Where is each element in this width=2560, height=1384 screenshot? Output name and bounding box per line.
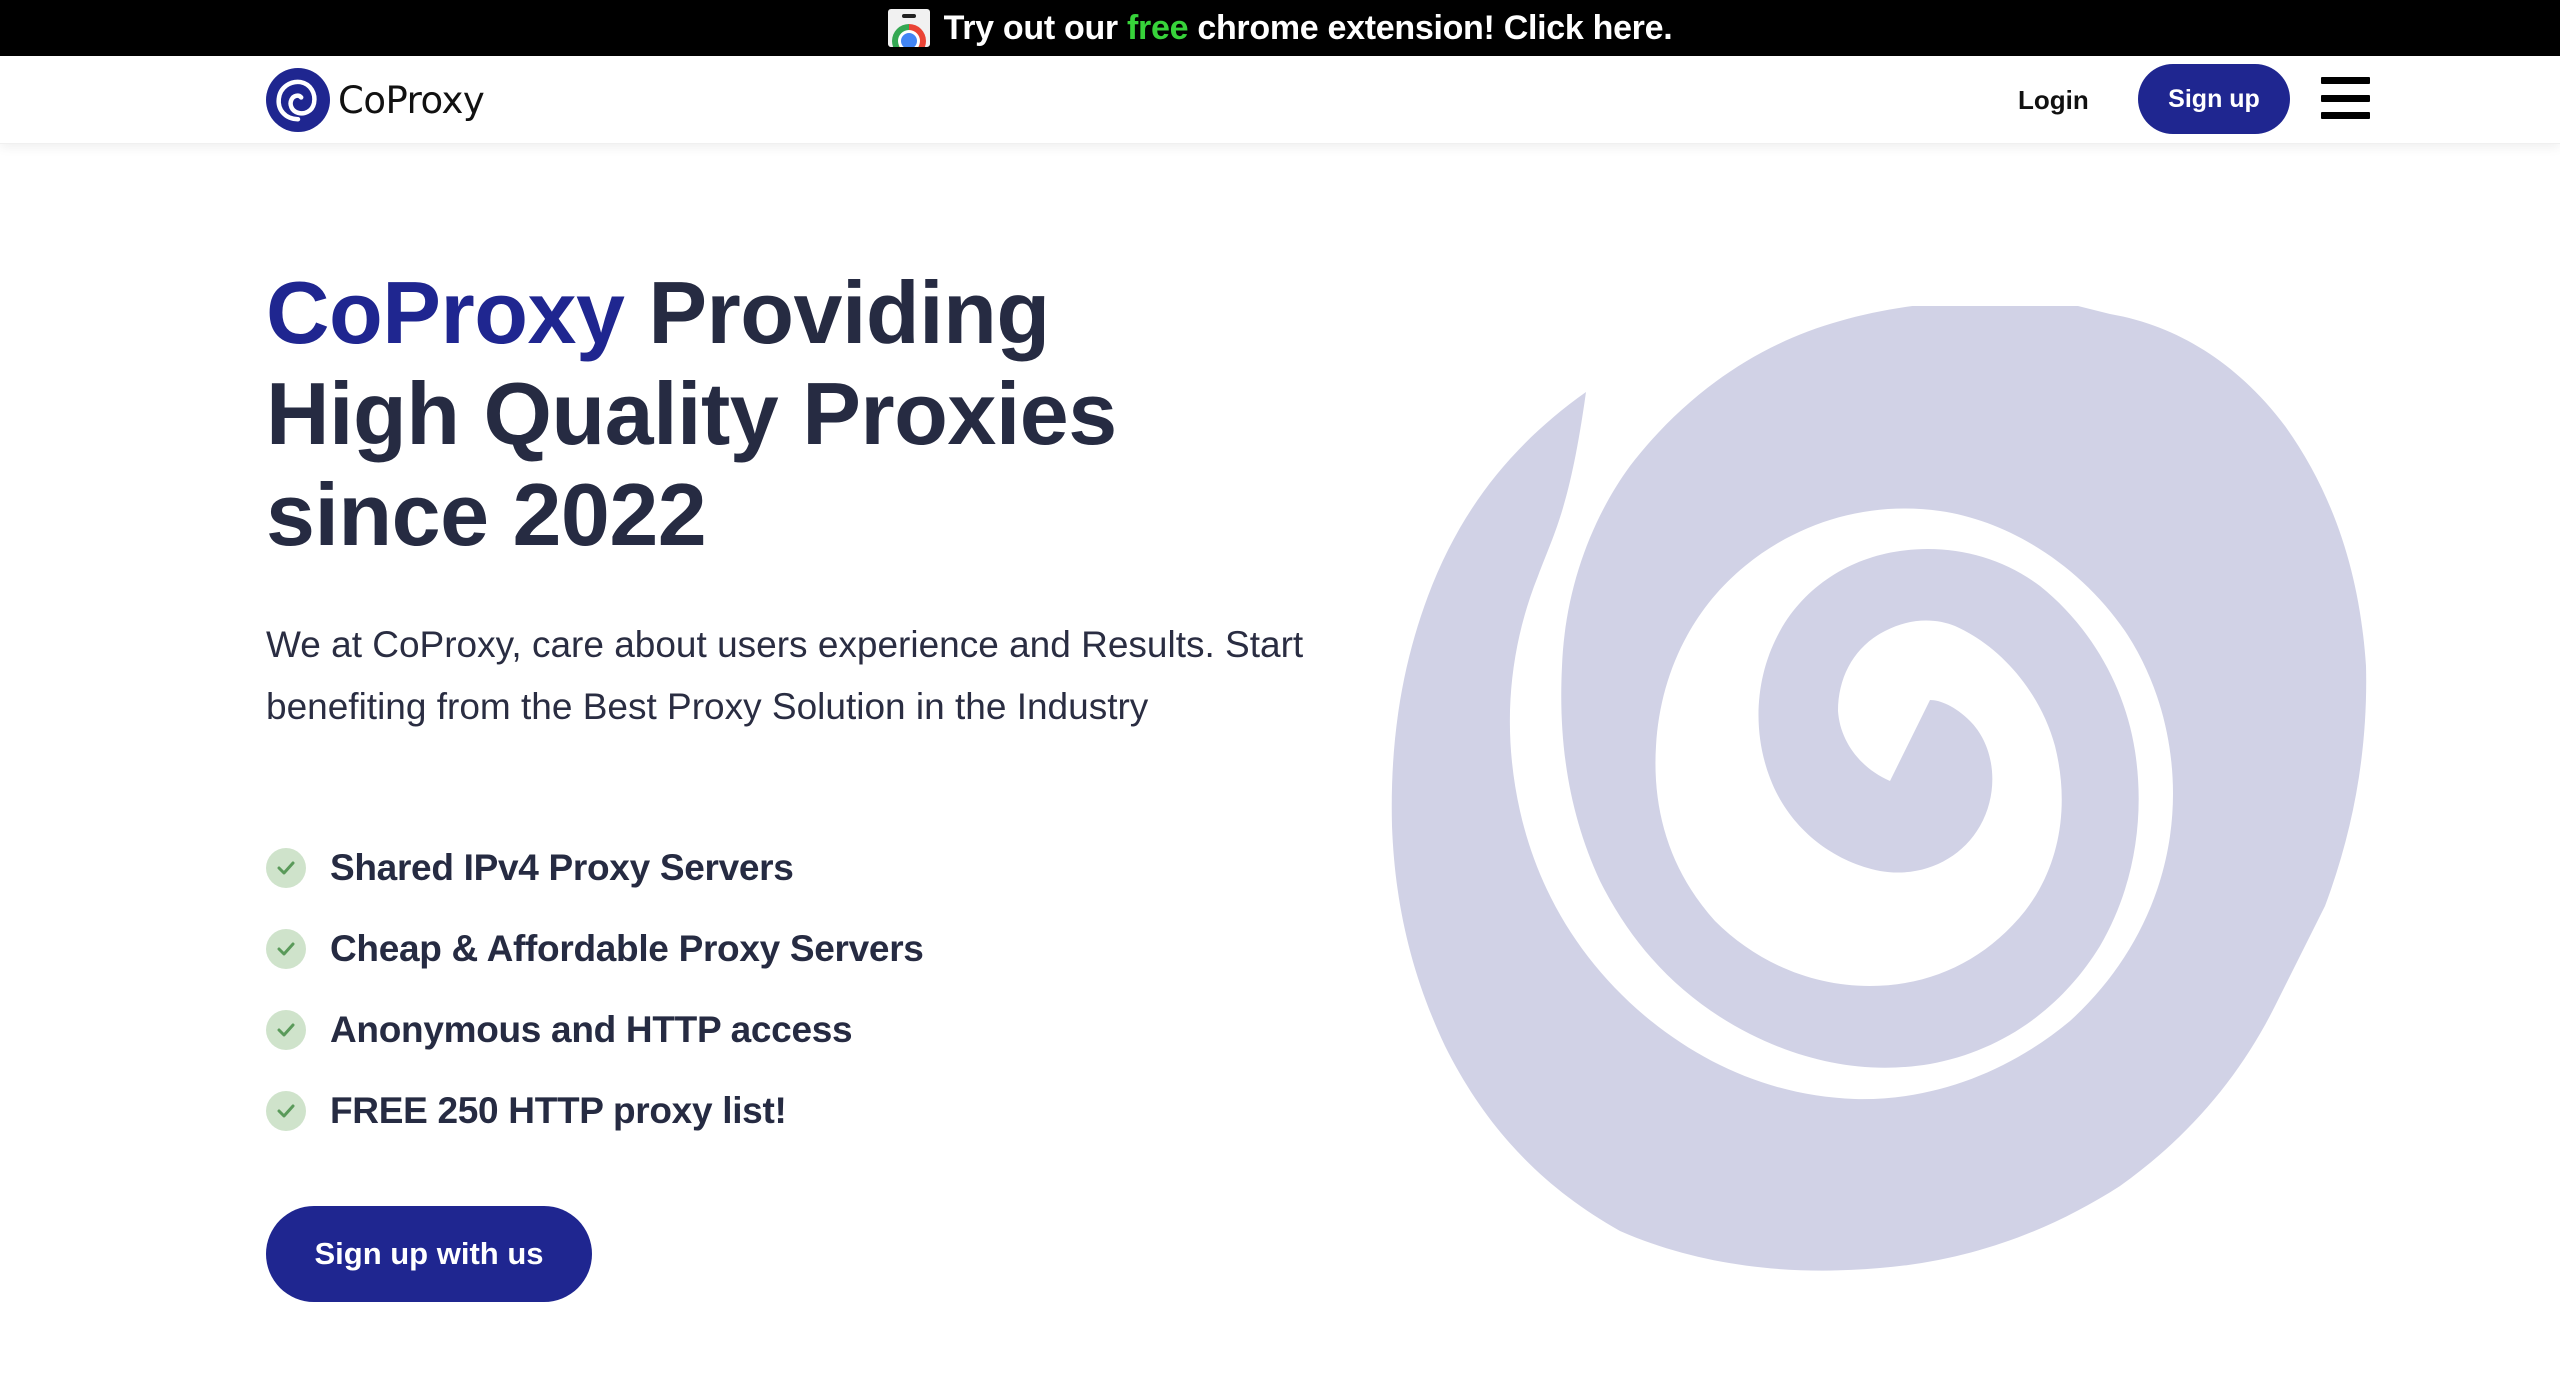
check-icon [266, 1010, 306, 1050]
promo-text-free: free [1127, 8, 1189, 47]
signup-button[interactable]: Sign up [2138, 64, 2290, 134]
hero-title-line3: since 2022 [266, 465, 707, 564]
promo-banner[interactable]: Try out our free chrome extension! Click… [0, 0, 2560, 56]
promo-text[interactable]: Try out our free chrome extension! Click… [944, 9, 1673, 48]
feature-item: FREE 250 HTTP proxy list! [266, 1086, 924, 1136]
brand-home-link[interactable]: CoProxy [266, 67, 485, 133]
feature-item: Cheap & Affordable Proxy Servers [266, 924, 924, 974]
check-icon [266, 929, 306, 969]
feature-label: Shared IPv4 Proxy Servers [330, 847, 794, 888]
navbar: CoProxy Login Sign up [0, 56, 2560, 144]
feature-label: Cheap & Affordable Proxy Servers [330, 928, 924, 969]
menu-bar [2321, 77, 2370, 84]
brand-name: CoProxy [338, 78, 485, 122]
hamburger-menu-icon[interactable] [2321, 77, 2370, 119]
spiral-logo-icon [266, 68, 330, 132]
hero-title-brand: CoProxy [266, 263, 627, 362]
feature-label: Anonymous and HTTP access [330, 1009, 853, 1050]
check-icon [266, 1091, 306, 1131]
hero-title-line1: Providing [624, 263, 1050, 362]
feature-label: FREE 250 HTTP proxy list! [330, 1090, 787, 1131]
menu-bar [2321, 112, 2370, 119]
promo-text-before: Try out our [943, 8, 1128, 47]
spiral-illustration [1391, 306, 2367, 1271]
check-icon [266, 848, 306, 888]
menu-bar [2321, 94, 2370, 102]
login-link[interactable]: Login [2018, 82, 2089, 118]
feature-list: Shared IPv4 Proxy Servers Cheap & Afford… [266, 843, 924, 1167]
promo-text-after: chrome extension! Click here. [1188, 8, 1673, 47]
feature-item: Shared IPv4 Proxy Servers [266, 843, 924, 893]
hero-title-line2: High Quality Proxies [266, 364, 1117, 463]
chrome-web-store-icon [887, 9, 930, 47]
hero-title: CoProxy Providing High Quality Proxies s… [266, 262, 1366, 565]
feature-item: Anonymous and HTTP access [266, 1005, 924, 1055]
hero-description: We at CoProxy, care about users experien… [266, 624, 1304, 727]
signup-with-us-button[interactable]: Sign up with us [266, 1206, 592, 1302]
